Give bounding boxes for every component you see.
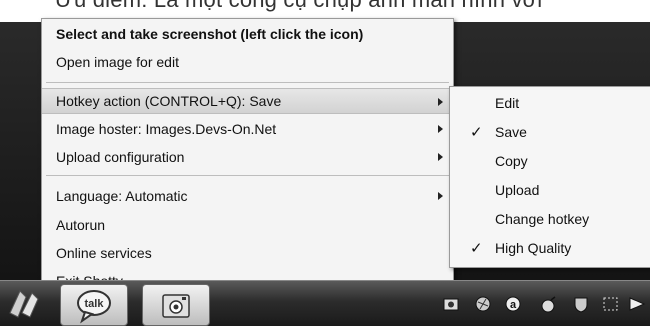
menu-item-image-hoster[interactable]: Image hoster: Images.Devs-On.Net [42,116,453,142]
menu-item-label: Upload configuration [56,149,185,165]
menu-item-online-services[interactable]: Online services [42,240,453,266]
taskbar-button-talk[interactable]: talk [60,284,128,326]
talk-bubble-icon: talk [77,290,111,324]
submenu-item-save[interactable]: ✓ Save [450,118,650,147]
checkmark-icon: ✓ [470,124,483,141]
screenshot-tray-icon[interactable] [442,295,460,313]
submenu-arrow-icon [438,192,443,200]
camera-icon [162,294,190,318]
submenu-item-copy[interactable]: Copy [450,147,650,176]
menu-item-label: Hotkey action (CONTROL+Q): Save [56,93,282,109]
submenu-item-high-quality[interactable]: ✓ High Quality [450,234,650,263]
menu-separator [46,175,449,176]
svg-text:a: a [510,299,517,311]
expand-arrow-icon[interactable] [628,295,646,313]
menu-item-label: Open image for edit [56,54,179,70]
dashed-rectangle-tray-icon[interactable] [602,295,620,313]
submenu-item-label: High Quality [495,240,572,256]
submenu-item-label: Change hotkey [495,211,590,227]
taskbar: talk a [0,280,650,326]
start-button[interactable] [4,283,44,323]
submenu-arrow-icon [438,125,443,133]
submenu-arrow-icon [438,98,443,106]
menu-item-label: Select and take screenshot (left click t… [56,26,364,42]
bomb-tray-icon[interactable] [540,295,558,313]
menu-item-autorun[interactable]: Autorun [42,212,453,238]
submenu-item-edit[interactable]: Edit [450,89,650,118]
menu-separator [46,82,449,83]
at-sign-tray-icon[interactable]: a [504,295,522,313]
shield-tray-icon[interactable] [572,295,590,313]
menu-item-open-image[interactable]: Open image for edit [42,49,453,75]
submenu-item-label: Upload [495,182,540,198]
talk-label: talk [85,298,105,310]
menu-item-label: Image hoster: Images.Devs-On.Net [56,121,277,137]
submenu-item-label: Copy [495,153,528,169]
checkmark-icon: ✓ [470,240,483,257]
menu-item-select-screenshot[interactable]: Select and take screenshot (left click t… [42,21,453,47]
hotkey-action-submenu: Edit ✓ Save Copy Upload Change hotkey ✓ … [449,86,650,268]
submenu-item-label: Save [495,124,527,140]
menu-item-language[interactable]: Language: Automatic [42,183,453,209]
submenu-arrow-icon [438,153,443,161]
taskbar-button-camera[interactable] [142,284,210,326]
menu-item-upload-configuration[interactable]: Upload configuration [42,144,453,170]
submenu-item-upload[interactable]: Upload [450,176,650,205]
context-menu: Select and take screenshot (left click t… [41,18,454,284]
start-orb-icon [9,290,39,318]
background-article-text: Ưu điểm: Là một công cụ chụp ảnh màn hìn… [55,0,650,13]
menu-item-hotkey-action[interactable]: Hotkey action (CONTROL+Q): Save [42,88,453,114]
menu-item-label: Language: Automatic [56,188,188,204]
submenu-item-change-hotkey[interactable]: Change hotkey [450,205,650,234]
menu-item-label: Autorun [56,217,106,233]
globe-tray-icon[interactable] [474,295,492,313]
menu-item-label: Online services [56,245,152,261]
submenu-item-label: Edit [495,95,520,111]
